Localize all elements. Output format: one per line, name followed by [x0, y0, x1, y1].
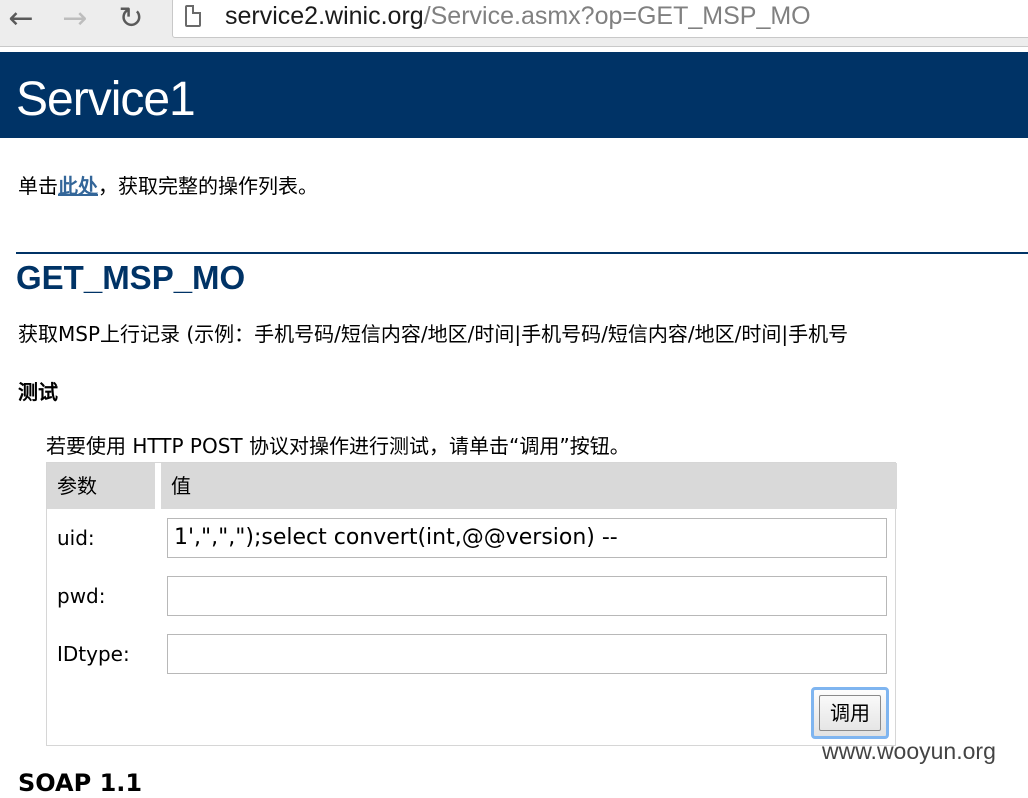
param-column-header: 参数 [47, 463, 155, 509]
back-arrow-icon[interactable]: ← [4, 1, 38, 36]
reload-icon[interactable]: ↻ [114, 1, 148, 36]
watermark: www.wooyun.org [822, 738, 996, 764]
url-host: service2.winic.org [225, 2, 424, 30]
intro-before: 单击 [18, 174, 58, 198]
pwd-input[interactable] [167, 576, 887, 616]
value-column-header: 值 [161, 463, 897, 509]
operation-description: 获取MSP上行记录 (示例：手机号码/短信内容/地区/时间|手机号码/短信内容/… [18, 322, 849, 346]
url-path: /Service.asmx?op=GET_MSP_MO [423, 2, 811, 30]
operations-list-link[interactable]: 此处 [58, 174, 98, 198]
url-text[interactable]: service2.winic.org/Service.asmx?op=GET_M… [225, 0, 811, 33]
forward-arrow-icon[interactable]: → [58, 1, 92, 36]
idtype-label: IDtype: [57, 642, 130, 666]
test-form: 参数 值 uid: 1',",",");select convert(int,@… [46, 462, 897, 746]
page-header: Service1 [0, 52, 1028, 138]
uid-input[interactable]: 1',",",");select convert(int,@@version) … [167, 518, 887, 558]
soap-section-heading: SOAP 1.1 [18, 769, 143, 797]
test-instructions: 若要使用 HTTP POST 协议对操作进行测试，请单击“调用”按钮。 [46, 434, 630, 458]
idtype-input[interactable] [167, 634, 887, 674]
section-divider [16, 252, 1028, 254]
intro-after: ，获取完整的操作列表。 [98, 174, 318, 198]
pwd-label: pwd: [57, 584, 106, 608]
browser-toolbar: ← → ↻ service2.winic.org/Service.asmx?op… [0, 0, 1028, 47]
operation-title: GET_MSP_MO [16, 259, 246, 296]
address-bar[interactable]: service2.winic.org/Service.asmx?op=GET_M… [172, 0, 1028, 38]
page-title: Service1 [16, 73, 196, 126]
invoke-button-label: 调用 [819, 695, 881, 731]
page-icon [185, 5, 201, 27]
test-heading: 测试 [18, 380, 58, 404]
invoke-button[interactable]: 调用 [811, 687, 889, 739]
uid-label: uid: [57, 526, 95, 550]
intro-text: 单击此处，获取完整的操作列表。 [18, 170, 318, 202]
